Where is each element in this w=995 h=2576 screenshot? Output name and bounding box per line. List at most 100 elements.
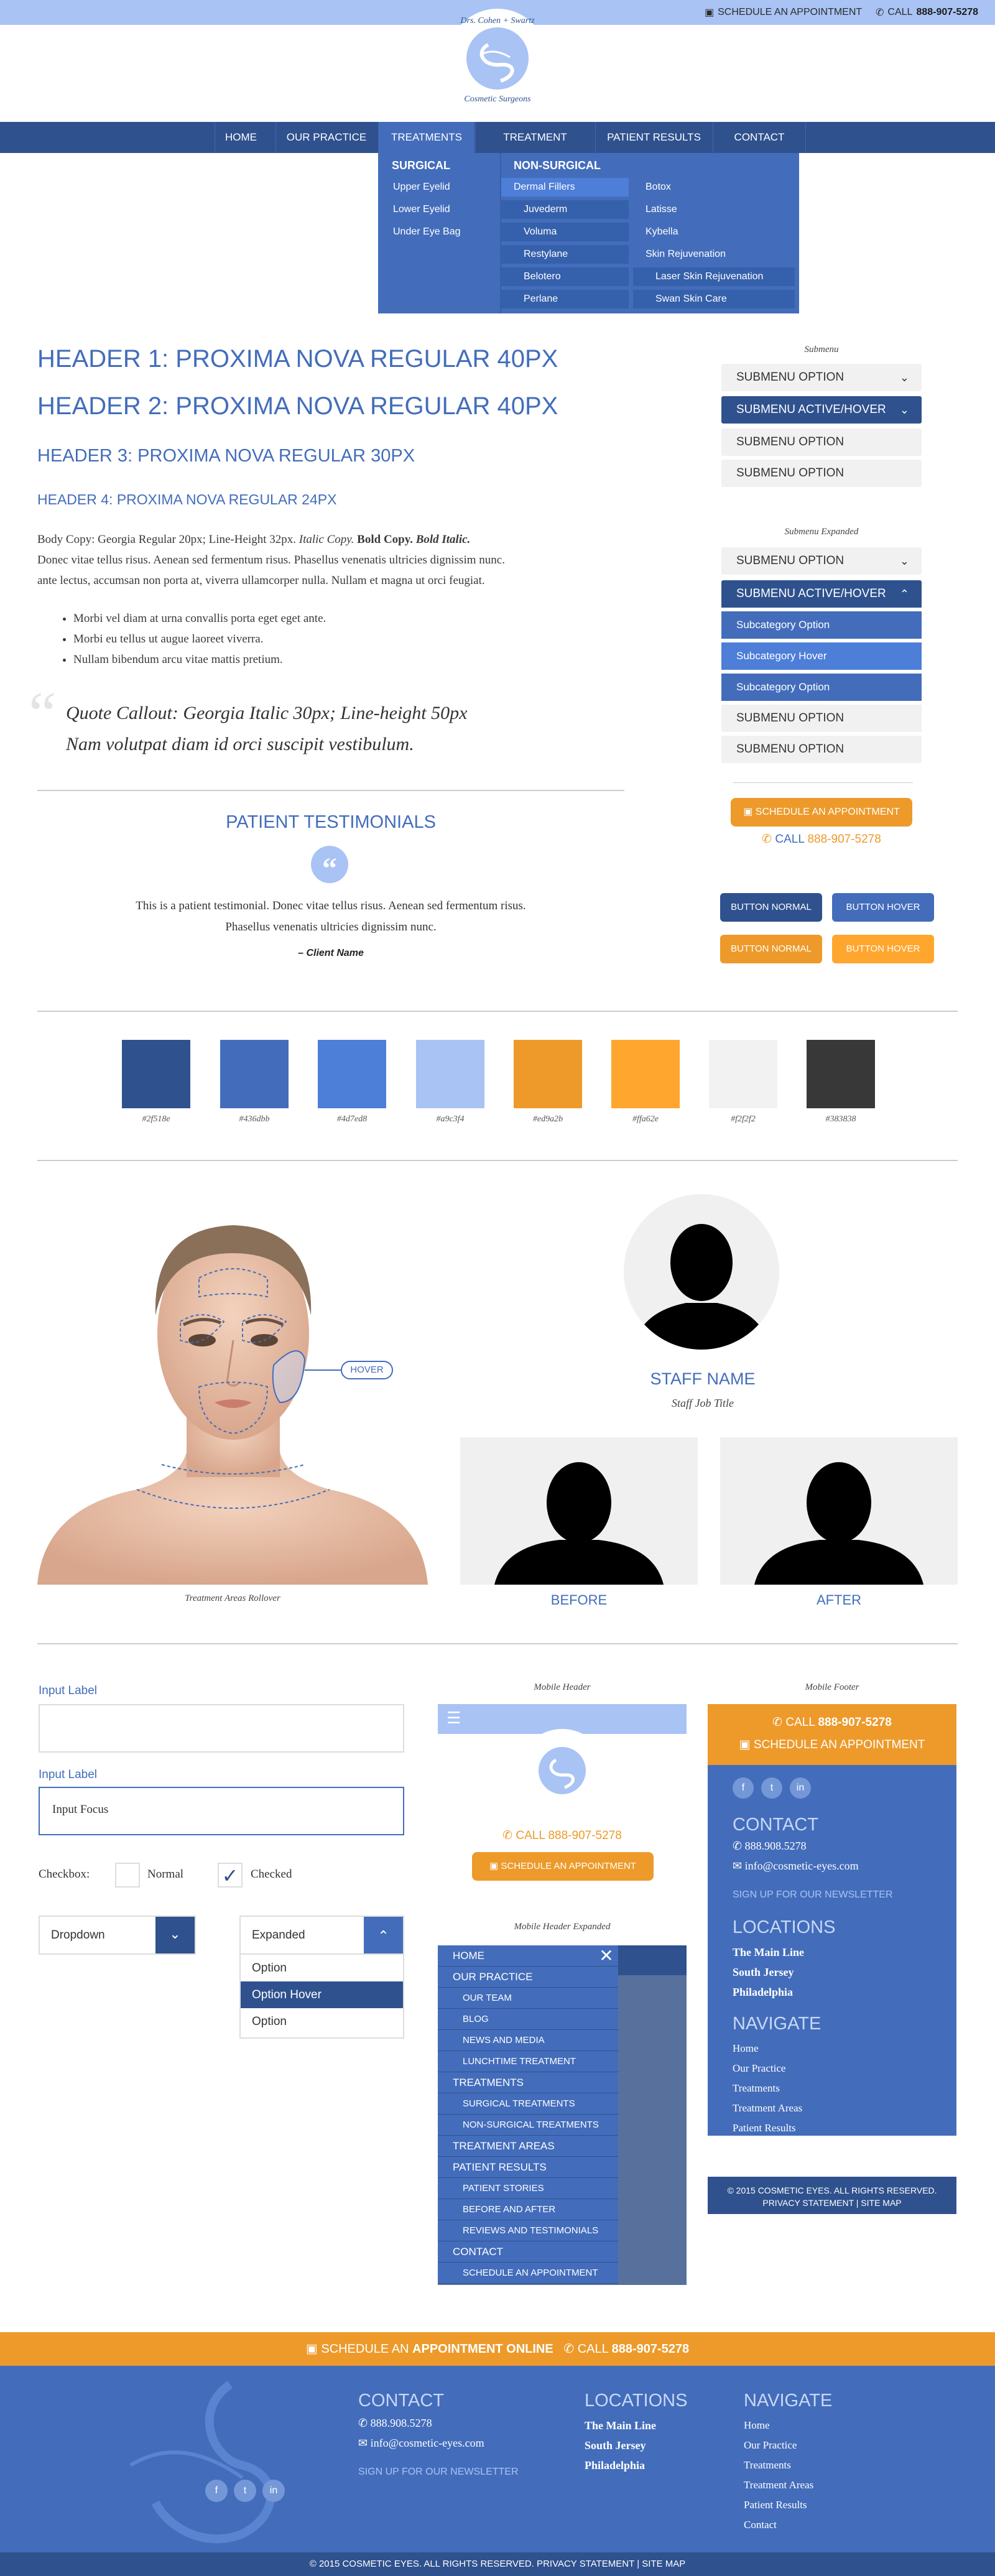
checkbox-checked[interactable]: ✓ (218, 1863, 243, 1888)
checkbox-normal[interactable] (115, 1863, 140, 1888)
submenu-option[interactable]: SUBMENU OPTION (721, 429, 922, 456)
mobile-menu-item[interactable]: TREATMENTS (438, 2072, 618, 2093)
dropdown[interactable]: Dropdown ⌄ (39, 1916, 196, 1955)
dropdown-option[interactable]: Option (241, 2008, 403, 2035)
mobile-submenu-item[interactable]: LUNCHTIME TREATMENT (438, 2051, 618, 2072)
nav-patient-results[interactable]: PATIENT RESULTS (595, 122, 712, 153)
submenu-option[interactable]: SUBMENU OPTION ⌄ (721, 364, 922, 391)
footer-link[interactable]: Home (733, 2039, 802, 2059)
location-link[interactable]: Philadelphia (585, 2455, 656, 2475)
mobile-submenu-item[interactable]: BLOG (438, 2009, 618, 2030)
twitter-icon[interactable]: t (234, 2480, 256, 2502)
nav-our-practice[interactable]: OUR PRACTICE (275, 122, 377, 153)
hamburger-icon[interactable]: ☰ (447, 1710, 465, 1726)
menu-under-eye-bag[interactable]: Under Eye Bag (381, 223, 499, 241)
mobile-tel[interactable]: ✆ 888.908.5278 (733, 1840, 807, 1853)
footer-link[interactable]: Patient Results (733, 2118, 802, 2138)
mobile-logo[interactable] (519, 1729, 606, 1813)
submenu-option[interactable]: SUBMENU OPTION (721, 705, 922, 732)
mobile-menu-item[interactable]: CONTACT (438, 2241, 618, 2263)
text-input-focus[interactable]: Input Focus (39, 1787, 404, 1835)
logo[interactable]: Drs. Cohen + Swartz Cosmetic Surgeons (438, 7, 557, 113)
dropdown-option[interactable]: Option (241, 1955, 403, 1981)
submenu-option[interactable]: SUBMENU OPTION (721, 736, 922, 763)
call-link[interactable]: ✆ CALL 888-907-5278 (876, 6, 978, 19)
button-normal-orange[interactable]: BUTTON NORMAL (720, 935, 822, 963)
mobile-footer-call[interactable]: ✆ CALL 888-907-5278 (708, 1712, 956, 1734)
mobile-email[interactable]: ✉ info@cosmetic-eyes.com (733, 1860, 859, 1873)
footer-link[interactable]: Treatments (733, 2078, 802, 2098)
menu-perlane[interactable]: Perlane (501, 290, 629, 308)
menu-botox[interactable]: Botox (633, 178, 795, 197)
button-hover-orange[interactable]: BUTTON HOVER (832, 935, 934, 963)
location-link[interactable]: South Jersey (585, 2435, 656, 2455)
footer-link[interactable]: Patient Results (744, 2495, 813, 2515)
nav-treatment-areas[interactable]: TREATMENT AREAS (475, 122, 595, 174)
footer-link[interactable]: Our Practice (733, 2059, 802, 2078)
submenu-active[interactable]: SUBMENU ACTIVE/HOVER ⌃ (721, 580, 922, 608)
mobile-submenu-item[interactable]: SCHEDULE AN APPOINTMENT (438, 2263, 618, 2284)
footer-schedule-label[interactable]: SCHEDULE AN (321, 2342, 409, 2356)
menu-lower-eyelid[interactable]: Lower Eyelid (381, 200, 499, 219)
menu-restylane[interactable]: Restylane (501, 245, 629, 264)
subcategory-option[interactable]: Subcategory Option (721, 674, 922, 701)
mobile-menu-item[interactable]: OUR PRACTICE (438, 1967, 618, 1988)
staff-photo[interactable] (624, 1194, 779, 1350)
submenu-active[interactable]: SUBMENU ACTIVE/HOVER ⌄ (721, 396, 922, 424)
facebook-icon[interactable]: f (205, 2480, 228, 2502)
mobile-footer-schedule[interactable]: ▣ SCHEDULE AN APPOINTMENT (708, 1734, 956, 1756)
location-link[interactable]: Philadelphia (733, 1982, 804, 2002)
mobile-submenu-item[interactable]: PATIENT STORIES (438, 2178, 618, 2199)
twitter-icon[interactable]: t (761, 1777, 782, 1799)
footer-link[interactable]: Treatment Areas (733, 2098, 802, 2118)
menu-skin-rejuvenation[interactable]: Skin Rejuvenation (633, 245, 795, 264)
mobile-submenu-item[interactable]: SURGICAL TREATMENTS (438, 2093, 618, 2115)
footer-link[interactable]: Contact (744, 2515, 813, 2535)
menu-latisse[interactable]: Latisse (633, 200, 795, 219)
footer-link[interactable]: Home (744, 2416, 813, 2435)
submenu-option[interactable]: SUBMENU OPTION (721, 460, 922, 487)
subcategory-hover[interactable]: Subcategory Hover (721, 642, 922, 670)
schedule-link[interactable]: ▣ SCHEDULE AN APPOINTMENT (705, 6, 862, 19)
mobile-menu-item[interactable]: HOME (438, 1945, 618, 1967)
mobile-submenu-item[interactable]: OUR TEAM (438, 1988, 618, 2009)
button-normal-blue[interactable]: BUTTON NORMAL (720, 893, 822, 922)
dropdown-expanded[interactable]: Expanded ⌃ (239, 1916, 404, 1955)
submenu-option[interactable]: SUBMENU OPTION ⌄ (721, 547, 922, 575)
menu-dermal-fillers[interactable]: Dermal Fillers (501, 178, 629, 197)
menu-voluma[interactable]: Voluma (501, 223, 629, 241)
button-hover-blue[interactable]: BUTTON HOVER (832, 893, 934, 922)
location-link[interactable]: South Jersey (733, 1962, 804, 1982)
footer-link[interactable]: Our Practice (744, 2435, 813, 2455)
mobile-submenu-item[interactable]: REVIEWS AND TESTIMONIALS (438, 2220, 618, 2241)
nav-treatments[interactable]: TREATMENTS (378, 122, 474, 153)
footer-tel[interactable]: ✆ 888.908.5278 (358, 2417, 432, 2430)
footer-link[interactable]: Treatment Areas (744, 2475, 813, 2495)
menu-laser-skin[interactable]: Laser Skin Rejuvenation (633, 267, 795, 286)
footer-link[interactable]: Treatments (744, 2455, 813, 2475)
menu-swan-skin-care[interactable]: Swan Skin Care (633, 290, 795, 308)
menu-belotero[interactable]: Belotero (501, 267, 629, 286)
text-input[interactable] (39, 1704, 404, 1753)
mobile-schedule-button[interactable]: ▣ SCHEDULE AN APPOINTMENT (472, 1852, 654, 1881)
linkedin-icon[interactable]: in (262, 2480, 285, 2502)
subcategory-option[interactable]: Subcategory Option (721, 611, 922, 639)
dropdown-option-hover[interactable]: Option Hover (241, 1981, 403, 2008)
cta-schedule-button[interactable]: ▣ SCHEDULE AN APPOINTMENT (731, 798, 912, 827)
footer-appointment-label[interactable]: APPOINTMENT ONLINE (412, 2342, 553, 2356)
mobile-submenu-item[interactable]: NON-SURGICAL TREATMENTS (438, 2115, 618, 2136)
close-icon[interactable]: ✕ (595, 1945, 618, 1967)
cta-call[interactable]: ✆ CALL 888-907-5278 (731, 832, 912, 846)
menu-kybella[interactable]: Kybella (633, 223, 795, 241)
nav-contact[interactable]: CONTACT (713, 122, 806, 153)
mobile-menu-item[interactable]: TREATMENT AREAS (438, 2136, 618, 2157)
location-link[interactable]: The Main Line (733, 1942, 804, 1962)
nav-home[interactable]: HOME (215, 122, 262, 153)
menu-juvederm[interactable]: Juvederm (501, 200, 629, 219)
footer-link[interactable]: Contact (733, 2138, 802, 2158)
mobile-menu-item[interactable]: PATIENT RESULTS (438, 2157, 618, 2178)
mobile-submenu-item[interactable]: NEWS AND MEDIA (438, 2030, 618, 2051)
mobile-submenu-item[interactable]: BEFORE AND AFTER (438, 2199, 618, 2220)
mobile-newsletter-link[interactable]: SIGN UP FOR OUR NEWSLETTER (733, 1889, 893, 1901)
facebook-icon[interactable]: f (733, 1777, 754, 1799)
